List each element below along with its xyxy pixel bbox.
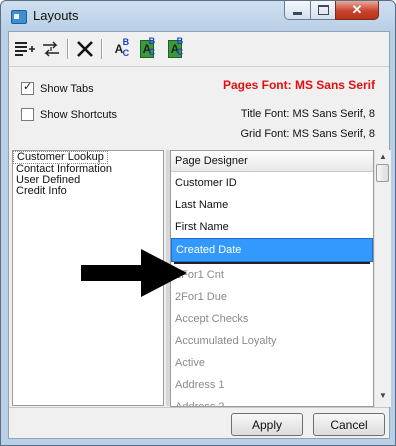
- minimize-button[interactable]: [284, 1, 311, 20]
- scroll-up-icon[interactable]: ▲: [379, 152, 387, 161]
- page-designer-header: Page Designer: [171, 151, 373, 172]
- toolbar-separator: [67, 39, 69, 59]
- list-item[interactable]: Credit Info: [13, 186, 163, 197]
- show-tabs-checkbox[interactable]: Show Tabs: [21, 80, 94, 95]
- options-panel: Show Tabs Show Shortcuts Pages Font: MS …: [9, 68, 389, 148]
- cancel-button[interactable]: Cancel: [313, 413, 385, 436]
- delete-button[interactable]: [73, 38, 97, 60]
- client-area: ABC ABC ABC Show Tabs Show Shortcuts Pag…: [8, 31, 391, 439]
- show-shortcuts-checkbox[interactable]: Show Shortcuts: [21, 108, 117, 121]
- minimize-icon: [293, 11, 302, 15]
- layouts-window: Layouts ✕ A B C A B C A B C ✓ Show Tabs …: [0, 0, 396, 446]
- checkbox-unchecked-icon: [21, 108, 34, 121]
- title-font-icon: ABC: [167, 36, 184, 58]
- vertical-scrollbar[interactable]: ▲ ▼: [374, 150, 391, 407]
- field-item[interactable]: Accept Checks: [171, 308, 373, 330]
- toolbar-separator: [101, 39, 103, 59]
- field-item[interactable]: Address 2: [171, 396, 373, 406]
- grid-font-link[interactable]: Grid Font: MS Sans Serif, 8: [241, 128, 376, 140]
- checkbox-checked-icon: [21, 80, 34, 95]
- field-item[interactable]: First Name: [171, 216, 373, 238]
- show-tabs-label: Show Tabs: [40, 82, 94, 95]
- field-item[interactable]: Address 1: [171, 374, 373, 396]
- new-layout-icon: [15, 42, 35, 56]
- page-designer-list[interactable]: Page Designer Customer ID Last Name Firs…: [170, 150, 374, 407]
- scroll-down-icon[interactable]: ▼: [379, 391, 387, 400]
- close-icon: ✕: [351, 2, 363, 17]
- title-font-button[interactable]: ABC: [163, 36, 187, 60]
- window-title: Layouts: [33, 8, 79, 23]
- pages-font-link[interactable]: Pages Font: MS Sans Serif: [223, 78, 375, 92]
- maximize-button[interactable]: [310, 1, 336, 20]
- swap-button[interactable]: [39, 38, 63, 60]
- maximize-icon: [317, 5, 329, 15]
- button-bar: Apply Cancel: [9, 407, 389, 439]
- toolbar: ABC ABC ABC: [9, 32, 389, 67]
- apply-button[interactable]: Apply: [231, 413, 303, 436]
- field-item-selected[interactable]: Created Date: [171, 238, 373, 262]
- layouts-app-icon: [11, 10, 27, 24]
- layout-panels: Customer Lookup Contact Information User…: [9, 150, 391, 407]
- field-item[interactable]: Accumulated Loyalty: [171, 330, 373, 352]
- swap-icon: [43, 41, 59, 57]
- field-item[interactable]: Customer ID: [171, 172, 373, 194]
- page-font-button[interactable]: ABC: [107, 37, 131, 60]
- field-item[interactable]: 2For1 Cnt: [171, 264, 373, 286]
- field-item[interactable]: Last Name: [171, 194, 373, 216]
- title-bar[interactable]: Layouts ✕: [1, 1, 395, 31]
- grid-font-button[interactable]: ABC: [135, 36, 159, 60]
- new-layout-button[interactable]: [13, 38, 37, 60]
- grid-font-icon: ABC: [139, 36, 156, 58]
- black-arrow-icon: [81, 249, 187, 297]
- title-font-link[interactable]: Title Font: MS Sans Serif, 8: [241, 108, 375, 120]
- close-button[interactable]: ✕: [335, 1, 379, 20]
- field-item[interactable]: Active: [171, 352, 373, 374]
- field-item[interactable]: 2For1 Due: [171, 286, 373, 308]
- show-shortcuts-label: Show Shortcuts: [40, 108, 118, 121]
- scroll-thumb[interactable]: [376, 164, 389, 182]
- delete-icon: [77, 41, 93, 57]
- page-font-icon: ABC: [114, 37, 130, 58]
